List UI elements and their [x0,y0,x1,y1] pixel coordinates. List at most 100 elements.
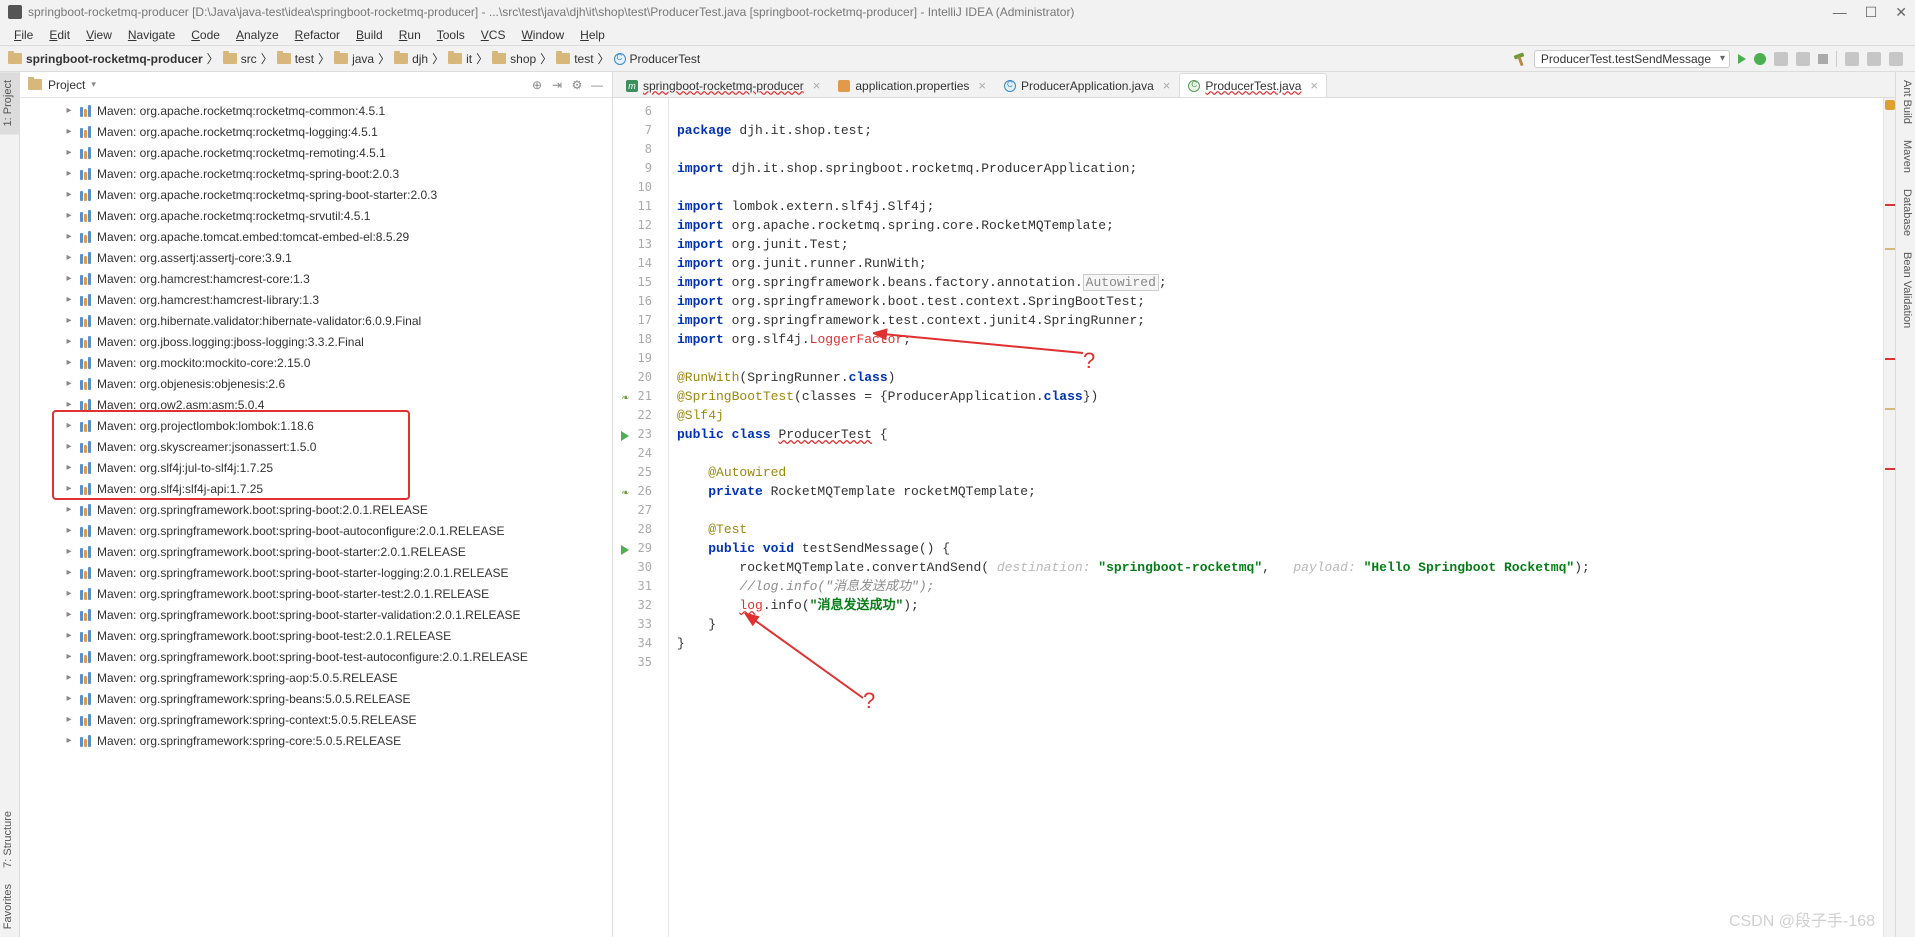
profile-icon[interactable] [1796,52,1810,66]
error-stripe[interactable] [1883,98,1895,937]
breadcrumb-item[interactable]: ProducerTest [612,52,703,66]
tool-tab-database[interactable]: Database [1896,181,1915,244]
breadcrumb-item[interactable]: shop [490,52,538,66]
tree-item[interactable]: ▸Maven: org.springframework.boot:spring-… [20,604,612,625]
editor-tab[interactable]: ProducerApplication.java× [995,73,1179,97]
tree-item[interactable]: ▸Maven: org.springframework.boot:spring-… [20,541,612,562]
tree-item[interactable]: ▸Maven: org.springframework.boot:spring-… [20,499,612,520]
maximize-button[interactable]: ☐ [1865,4,1878,21]
debug-icon[interactable] [1754,53,1766,65]
tree-item[interactable]: ▸Maven: org.skyscreamer:jsonassert:1.5.0 [20,436,612,457]
editor-body: 6789101112131415161718192021❧2223242526❧… [613,98,1895,937]
menu-code[interactable]: Code [185,26,226,44]
close-tab-icon[interactable]: × [978,78,986,93]
tree-item[interactable]: ▸Maven: org.apache.tomcat.embed:tomcat-e… [20,226,612,247]
tree-item[interactable]: ▸Maven: org.assertj:assertj-core:3.9.1 [20,247,612,268]
tree-item[interactable]: ▸Maven: org.slf4j:slf4j-api:1.7.25 [20,478,612,499]
close-tab-icon[interactable]: × [1310,78,1318,93]
run-config-dropdown[interactable]: ProducerTest.testSendMessage [1534,50,1730,68]
tree-item[interactable]: ▸Maven: org.springframework:spring-conte… [20,709,612,730]
tree-item[interactable]: ▸Maven: org.springframework.boot:spring-… [20,562,612,583]
tree-item[interactable]: ▸Maven: org.apache.rocketmq:rocketmq-log… [20,121,612,142]
tree-item[interactable]: ▸Maven: org.apache.rocketmq:rocketmq-srv… [20,205,612,226]
coverage-icon[interactable] [1774,52,1788,66]
tree-item[interactable]: ▸Maven: org.apache.rocketmq:rocketmq-rem… [20,142,612,163]
collapse-icon[interactable]: ⇥ [550,78,564,92]
project-icon [28,79,42,90]
code-area[interactable]: package djh.it.shop.test; import djh.it.… [669,98,1883,937]
tree-item[interactable]: ▸Maven: org.jboss.logging:jboss-logging:… [20,331,612,352]
breadcrumb-item[interactable]: djh [392,52,430,66]
tree-item[interactable]: ▸Maven: org.ow2.asm:asm:5.0.4 [20,394,612,415]
minimize-button[interactable]: — [1833,4,1847,21]
annotation-q2: ? [863,688,875,714]
menu-edit[interactable]: Edit [43,26,76,44]
menu-view[interactable]: View [80,26,118,44]
run-icon[interactable] [1738,54,1746,64]
tree-item[interactable]: ▸Maven: org.slf4j:jul-to-slf4j:1.7.25 [20,457,612,478]
toolbar-icon-2[interactable] [1867,52,1881,66]
tree-item[interactable]: ▸Maven: org.springframework:spring-beans… [20,688,612,709]
tree-item[interactable]: ▸Maven: org.springframework.boot:spring-… [20,520,612,541]
menu-refactor[interactable]: Refactor [289,26,346,44]
menu-file[interactable]: File [8,26,39,44]
tree-item[interactable]: ▸Maven: org.apache.rocketmq:rocketmq-spr… [20,184,612,205]
menu-help[interactable]: Help [574,26,611,44]
annotation-q1: ? [1083,348,1095,374]
line-gutter: 6789101112131415161718192021❧2223242526❧… [613,98,669,937]
search-icon[interactable] [1889,52,1903,66]
tree-item[interactable]: ▸Maven: org.apache.rocketmq:rocketmq-com… [20,100,612,121]
toolbar: springboot-rocketmq-producer〉src〉test〉ja… [0,46,1915,72]
tree-item[interactable]: ▸Maven: org.springframework.boot:spring-… [20,625,612,646]
tool-tab-project[interactable]: 1: Project [0,72,19,134]
locate-icon[interactable]: ⊕ [530,78,544,92]
tree-item[interactable]: ▸Maven: org.mockito:mockito-core:2.15.0 [20,352,612,373]
window-controls: — ☐ ✕ [1833,4,1907,21]
tree-item[interactable]: ▸Maven: org.springframework.boot:spring-… [20,646,612,667]
tool-tab-maven[interactable]: Maven [1896,132,1915,181]
menu-window[interactable]: Window [515,26,570,44]
tool-tab-structure[interactable]: 7: Structure [0,803,19,876]
menu-build[interactable]: Build [350,26,389,44]
breadcrumb-item[interactable]: it [446,52,474,66]
close-tab-icon[interactable]: × [1163,78,1171,93]
tree-item[interactable]: ▸Maven: org.hibernate.validator:hibernat… [20,310,612,331]
hide-panel-icon[interactable]: — [590,78,604,92]
tree-item[interactable]: ▸Maven: org.springframework:spring-core:… [20,730,612,751]
run-config-label: ProducerTest.testSendMessage [1541,52,1711,66]
stop-icon[interactable] [1818,54,1828,64]
project-panel: Project ▾ ⊕ ⇥ ⚙ — ▸Maven: org.apache.roc… [20,72,613,937]
tool-tab-favorites[interactable]: Favorites [0,876,19,937]
breadcrumb-item[interactable]: test [275,52,316,66]
editor-tab[interactable]: ProducerTest.java× [1179,73,1327,97]
tree-item[interactable]: ▸Maven: org.objenesis:objenesis:2.6 [20,373,612,394]
breadcrumb-item[interactable]: springboot-rocketmq-producer [6,52,205,66]
editor-tab[interactable]: mspringboot-rocketmq-producer× [617,73,829,97]
tree-item[interactable]: ▸Maven: org.projectlombok:lombok:1.18.6 [20,415,612,436]
tree-item[interactable]: ▸Maven: org.springframework.boot:spring-… [20,583,612,604]
tool-tab-bean-validation[interactable]: Bean Validation [1896,244,1915,336]
build-icon[interactable] [1512,52,1526,66]
menu-run[interactable]: Run [393,26,427,44]
close-tab-icon[interactable]: × [813,78,821,93]
close-button[interactable]: ✕ [1895,4,1907,21]
menu-analyze[interactable]: Analyze [230,26,285,44]
breadcrumb-item[interactable]: java [332,52,376,66]
tree-item[interactable]: ▸Maven: org.hamcrest:hamcrest-library:1.… [20,289,612,310]
tool-tab-ant[interactable]: Ant Build [1896,72,1915,132]
tree-item[interactable]: ▸Maven: org.apache.rocketmq:rocketmq-spr… [20,163,612,184]
settings-icon[interactable]: ⚙ [570,78,584,92]
project-panel-header: Project ▾ ⊕ ⇥ ⚙ — [20,72,612,98]
tree-item[interactable]: ▸Maven: org.springframework:spring-aop:5… [20,667,612,688]
breadcrumbs: springboot-rocketmq-producer〉src〉test〉ja… [6,50,1512,67]
tree-item[interactable]: ▸Maven: org.hamcrest:hamcrest-core:1.3 [20,268,612,289]
project-tree[interactable]: ▸Maven: org.apache.rocketmq:rocketmq-com… [20,98,612,937]
menu-vcs[interactable]: VCS [475,26,512,44]
menu-navigate[interactable]: Navigate [122,26,181,44]
menu-tools[interactable]: Tools [431,26,471,44]
project-view-dropdown[interactable]: ▾ [91,79,96,90]
breadcrumb-item[interactable]: test [554,52,595,66]
toolbar-icon-1[interactable] [1845,52,1859,66]
editor-tab[interactable]: application.properties× [829,73,995,97]
breadcrumb-item[interactable]: src [221,52,259,66]
